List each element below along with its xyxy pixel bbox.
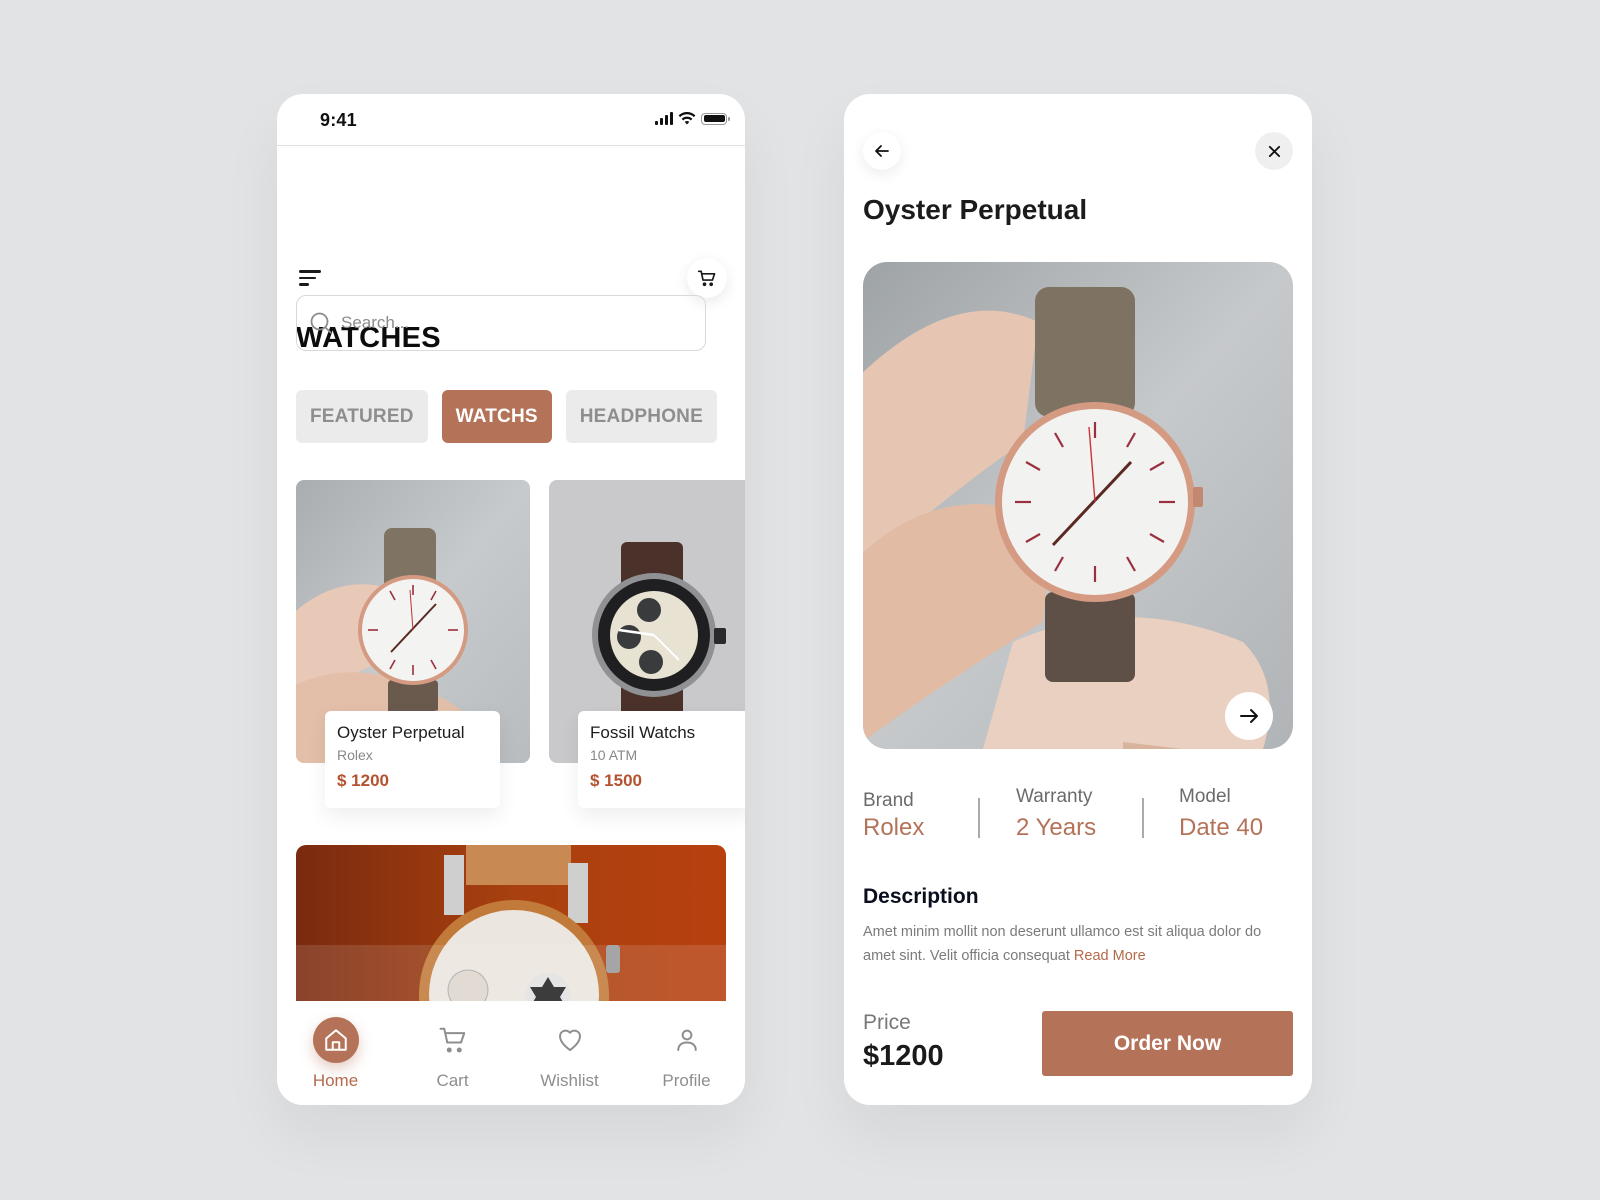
nav-label: Home xyxy=(312,1071,359,1090)
nav-label: Cart xyxy=(436,1071,469,1090)
search-icon xyxy=(310,312,332,334)
status-time: 9:41 xyxy=(320,110,357,130)
product-card[interactable]: Fossil Watchs 10 ATM $ 1500 xyxy=(549,480,745,810)
nav-wishlist[interactable]: Wishlist xyxy=(511,1001,628,1105)
spec-brand: Brand Rolex xyxy=(863,790,925,841)
search-input[interactable] xyxy=(341,313,705,333)
spec-model: Model Date 40 xyxy=(1179,786,1264,841)
product-brand: Rolex xyxy=(337,747,373,763)
signal-icon xyxy=(655,112,673,125)
product-hero-image[interactable] xyxy=(863,262,1293,749)
category-tab-watchs[interactable]: WATCHS xyxy=(441,390,552,443)
menu-icon[interactable] xyxy=(299,270,321,288)
category-tabs: FEATURED WATCHS HEADPHONE xyxy=(296,390,717,443)
product-title: Oyster Perpetual xyxy=(863,194,1088,225)
product-specs: Brand Rolex Warranty 2 Years Model Date … xyxy=(863,786,1293,856)
product-name: Fossil Watchs xyxy=(590,723,696,742)
heart-icon xyxy=(558,1029,581,1051)
back-button[interactable] xyxy=(863,132,901,170)
watch-list-screen: 9:41 WATCHES FEATURED WATCHS HEADP xyxy=(277,94,745,1105)
header-cart-button[interactable] xyxy=(687,258,727,298)
featured-banner-image[interactable] xyxy=(296,845,726,1015)
bottom-nav: Home Cart Wishlist Profile xyxy=(277,1001,745,1105)
product-price: $ 1200 xyxy=(337,771,389,790)
home-icon xyxy=(324,1029,347,1051)
nav-profile[interactable]: Profile xyxy=(628,1001,745,1105)
nav-home[interactable]: Home xyxy=(277,1001,394,1105)
wifi-icon xyxy=(678,112,696,125)
nav-label: Profile xyxy=(662,1071,711,1090)
product-spec: 10 ATM xyxy=(590,747,638,763)
cart-icon xyxy=(439,1027,465,1053)
description-heading: Description xyxy=(863,885,979,908)
price-label: Price xyxy=(863,1011,911,1034)
description-text: Amet minim mollit non deserunt ullamco e… xyxy=(863,924,1262,964)
product-detail-screen: Oyster Perpetual Brand Rolex Warranty 2 … xyxy=(844,94,1312,1105)
status-bar: 9:41 xyxy=(277,94,745,146)
next-image-button[interactable] xyxy=(1225,692,1273,740)
arrow-right-icon xyxy=(1240,709,1258,723)
product-name: Oyster Perpetual xyxy=(337,723,465,742)
close-button[interactable] xyxy=(1255,132,1293,170)
arrow-left-icon xyxy=(875,145,889,157)
spec-warranty: Warranty 2 Years xyxy=(1016,786,1097,841)
read-more-link[interactable]: Read More xyxy=(1074,948,1146,964)
spec-divider xyxy=(978,798,980,838)
category-tab-featured[interactable]: FEATURED xyxy=(296,390,428,443)
spec-divider xyxy=(1142,798,1144,838)
cart-icon xyxy=(697,270,716,287)
close-icon xyxy=(1268,145,1280,157)
search-field[interactable] xyxy=(296,295,706,351)
nav-label: Wishlist xyxy=(540,1071,599,1090)
order-now-button[interactable]: Order Now xyxy=(1042,1011,1293,1076)
category-tab-headphone[interactable]: HEADPHONE xyxy=(565,390,717,443)
product-price: $ 1500 xyxy=(590,771,642,790)
user-icon xyxy=(676,1029,697,1051)
price-value: $1200 xyxy=(863,1040,944,1072)
nav-cart[interactable]: Cart xyxy=(394,1001,511,1105)
product-card[interactable]: Oyster Perpetual Rolex $ 1200 xyxy=(296,480,530,810)
battery-icon xyxy=(701,112,730,125)
